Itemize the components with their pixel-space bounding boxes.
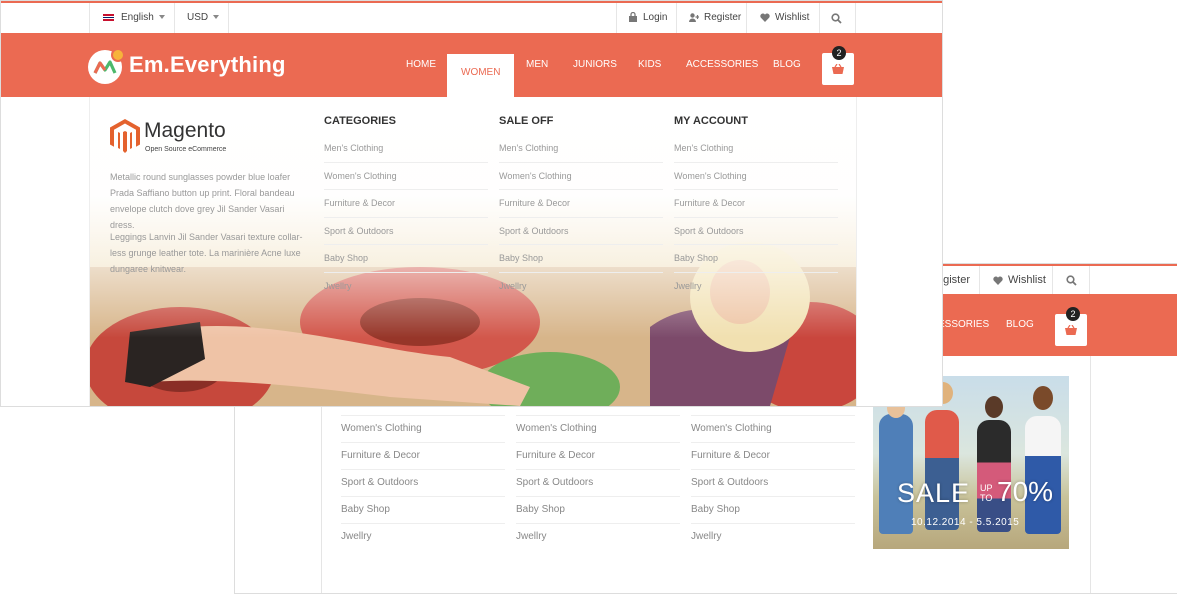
magento-subtitle: Open Source eCommerce [145, 146, 227, 153]
list-item[interactable]: Furniture & Decor [341, 443, 505, 470]
brand-name[interactable]: Em.Everything [129, 52, 286, 78]
promo-figure [985, 396, 1003, 418]
list-item[interactable]: Jwellry [341, 524, 505, 550]
promo-up: UP [980, 483, 993, 493]
back-nav-blog[interactable]: BLOG [1006, 294, 1034, 356]
caret-down-icon [213, 15, 220, 20]
list-item[interactable]: Sport & Outdoors [341, 470, 505, 497]
basket-icon [1065, 325, 1077, 335]
promo-paragraph-1: Metallic round sunglasses powder blue lo… [110, 172, 295, 230]
topbar: English USD Login Register Wishlist [1, 1, 942, 34]
lock-icon [629, 12, 637, 23]
my-account-column: MY ACCOUNT Men's Clothing Women's Clothi… [674, 115, 838, 299]
wishlist-label: Wishlist [775, 12, 810, 23]
promo-figure [879, 414, 913, 534]
list-item[interactable]: Men's Clothing [674, 135, 838, 163]
list-item[interactable]: Women's Clothing [516, 416, 680, 443]
heart-icon [760, 13, 770, 22]
cart-count-badge: 2 [832, 46, 846, 60]
promo-figure [925, 410, 959, 530]
list-item[interactable]: Baby Shop [674, 245, 838, 273]
list-item[interactable]: Furniture & Decor [324, 190, 488, 218]
promo-up-to-text: UP TO [980, 483, 993, 503]
list-item[interactable]: Men's Clothing [324, 135, 488, 163]
user-plus-icon [689, 13, 699, 22]
list-item[interactable]: Baby Shop [691, 497, 855, 524]
list-item[interactable]: Sport & Outdoors [499, 218, 663, 245]
brand-logo-icon[interactable] [88, 48, 125, 84]
list-item[interactable]: Women's Clothing [341, 416, 505, 443]
back-wishlist-link[interactable]: Wishlist [993, 266, 1046, 295]
column-title: CATEGORIES [324, 115, 396, 127]
column-title: MY ACCOUNT [674, 115, 748, 127]
list-item[interactable]: Men's Clothing [499, 135, 663, 163]
categories-column: CATEGORIES Men's Clothing Women's Clothi… [324, 115, 488, 299]
nav-blog[interactable]: BLOG [773, 33, 801, 97]
list-item[interactable]: Furniture & Decor [499, 190, 663, 218]
list-item[interactable]: Furniture & Decor [516, 443, 680, 470]
list-item[interactable]: Baby Shop [341, 497, 505, 524]
list-item[interactable]: Jwellry [674, 273, 838, 300]
promo-percent-text: 70% [997, 476, 1054, 507]
nav-women[interactable]: WOMEN [447, 54, 515, 99]
list-item[interactable]: Furniture & Decor [691, 443, 855, 470]
nav-men[interactable]: MEN [526, 33, 548, 97]
sale-off-column: SALE OFF Men's Clothing Women's Clothing… [499, 115, 663, 299]
nav-accessories[interactable]: ACCESSORIES [686, 33, 758, 97]
list-item[interactable]: Women's Clothing [674, 163, 838, 190]
magento-logo-icon [110, 119, 140, 153]
back-cart-count: 2 [1066, 307, 1080, 321]
login-label: Login [643, 12, 668, 23]
register-label: Register [704, 12, 742, 23]
promo-sale-text: SALE [897, 478, 971, 508]
back-wishlist-label: Wishlist [1008, 274, 1046, 286]
back-column-2: Men's Clothing Women's Clothing Furnitur… [516, 399, 680, 550]
nav-home[interactable]: HOME [406, 33, 436, 97]
nav-juniors[interactable]: JUNIORS [573, 33, 617, 97]
wishlist-link[interactable]: Wishlist [760, 3, 809, 33]
women-mega-menu: Magento Open Source eCommerce Metallic r… [89, 97, 857, 406]
list-item[interactable]: Women's Clothing [691, 416, 855, 443]
list-item[interactable]: Women's Clothing [499, 163, 663, 190]
login-link[interactable]: Login [629, 3, 667, 33]
language-select[interactable]: English [103, 3, 165, 33]
register-link[interactable]: Register [689, 3, 741, 33]
search-icon[interactable] [1066, 275, 1077, 286]
currency-select[interactable]: USD [187, 3, 220, 33]
promo-to: TO [980, 493, 993, 503]
list-item[interactable]: Sport & Outdoors [691, 470, 855, 497]
back-column-1: Men's Clothing Women's Clothing Furnitur… [341, 399, 505, 550]
list-item[interactable]: Furniture & Decor [674, 190, 838, 218]
back-column-3: Men's Clothing Women's Clothing Furnitur… [691, 399, 855, 550]
currency-label: USD [187, 12, 209, 23]
list-item[interactable]: Sport & Outdoors [324, 218, 488, 245]
nav-kids[interactable]: KIDS [638, 33, 661, 97]
list-item[interactable]: Baby Shop [499, 245, 663, 273]
promo-figure [1033, 386, 1053, 410]
caret-down-icon [158, 15, 165, 20]
list-item[interactable]: Women's Clothing [324, 163, 488, 190]
magento-wordmark: Magento [144, 119, 226, 142]
basket-icon [832, 64, 844, 74]
list-item[interactable]: Baby Shop [516, 497, 680, 524]
list-item[interactable]: Sport & Outdoors [674, 218, 838, 245]
column-title: SALE OFF [499, 115, 554, 127]
list-item[interactable]: Jwellry [691, 524, 855, 550]
heart-icon [993, 276, 1003, 285]
list-item[interactable]: Baby Shop [324, 245, 488, 273]
back-nav-accessories[interactable]: ESSORIES [938, 294, 989, 356]
foreground-screenshot-window: English USD Login Register Wishlist Em.E… [0, 0, 943, 407]
promo-paragraph-2: Leggings Lanvin Jil Sander Vasari textur… [110, 232, 303, 274]
list-item[interactable]: Jwellry [324, 273, 488, 300]
language-label: English [121, 12, 154, 23]
search-icon[interactable] [831, 13, 842, 24]
promo-figure [1025, 416, 1061, 534]
list-item[interactable]: Jwellry [516, 524, 680, 550]
list-item[interactable]: Sport & Outdoors [516, 470, 680, 497]
flag-uk-icon [103, 13, 114, 21]
promo-dates-text: 10.12.2014 - 5.5.2015 [911, 517, 1020, 528]
main-navigation-bar: Em.Everything HOME WOMEN MEN JUNIORS KID… [1, 33, 942, 99]
list-item[interactable]: Jwellry [499, 273, 663, 300]
